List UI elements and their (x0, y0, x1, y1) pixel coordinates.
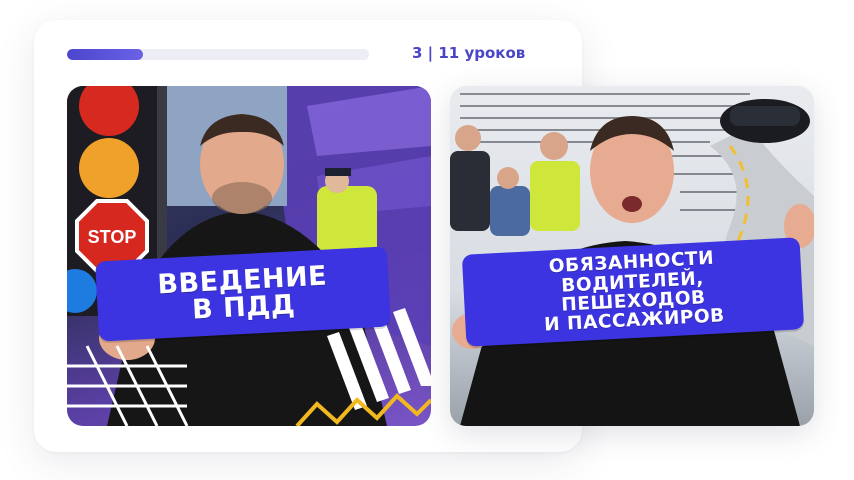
lesson-title-banner: Введение в ПДД (95, 246, 391, 342)
course-progress-bar (67, 49, 369, 60)
lesson-card-intro[interactable]: STOP Введение в ПДД (67, 86, 431, 426)
course-progress-fill (67, 49, 143, 60)
stop-sign-text: STOP (88, 227, 137, 247)
lessons-counter: 3 | 11 уроков (412, 44, 526, 62)
lesson-title-banner: Обязанности водителей, пешеходов и пасса… (461, 237, 805, 347)
lessons-widget: 3 | 11 уроков STOP ВВЕДЕНИЕ В ПДД ОБЯЗАН… (0, 0, 854, 480)
lesson-title-line: в ПДД (191, 289, 297, 326)
lesson-card-duties[interactable]: Обязанности водителей, пешеходов и пасса… (450, 86, 814, 426)
